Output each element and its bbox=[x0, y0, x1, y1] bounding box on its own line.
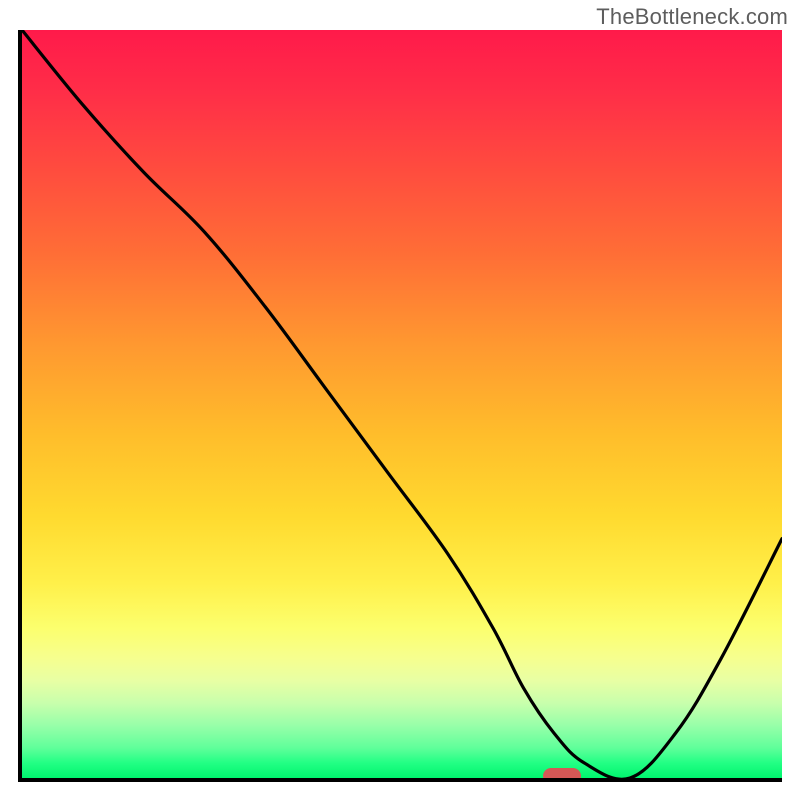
bottleneck-curve bbox=[22, 30, 782, 778]
chart-container: TheBottleneck.com bbox=[0, 0, 800, 800]
plot-area bbox=[18, 30, 782, 782]
watermark-text: TheBottleneck.com bbox=[596, 4, 788, 30]
optimal-point-marker bbox=[543, 768, 581, 782]
